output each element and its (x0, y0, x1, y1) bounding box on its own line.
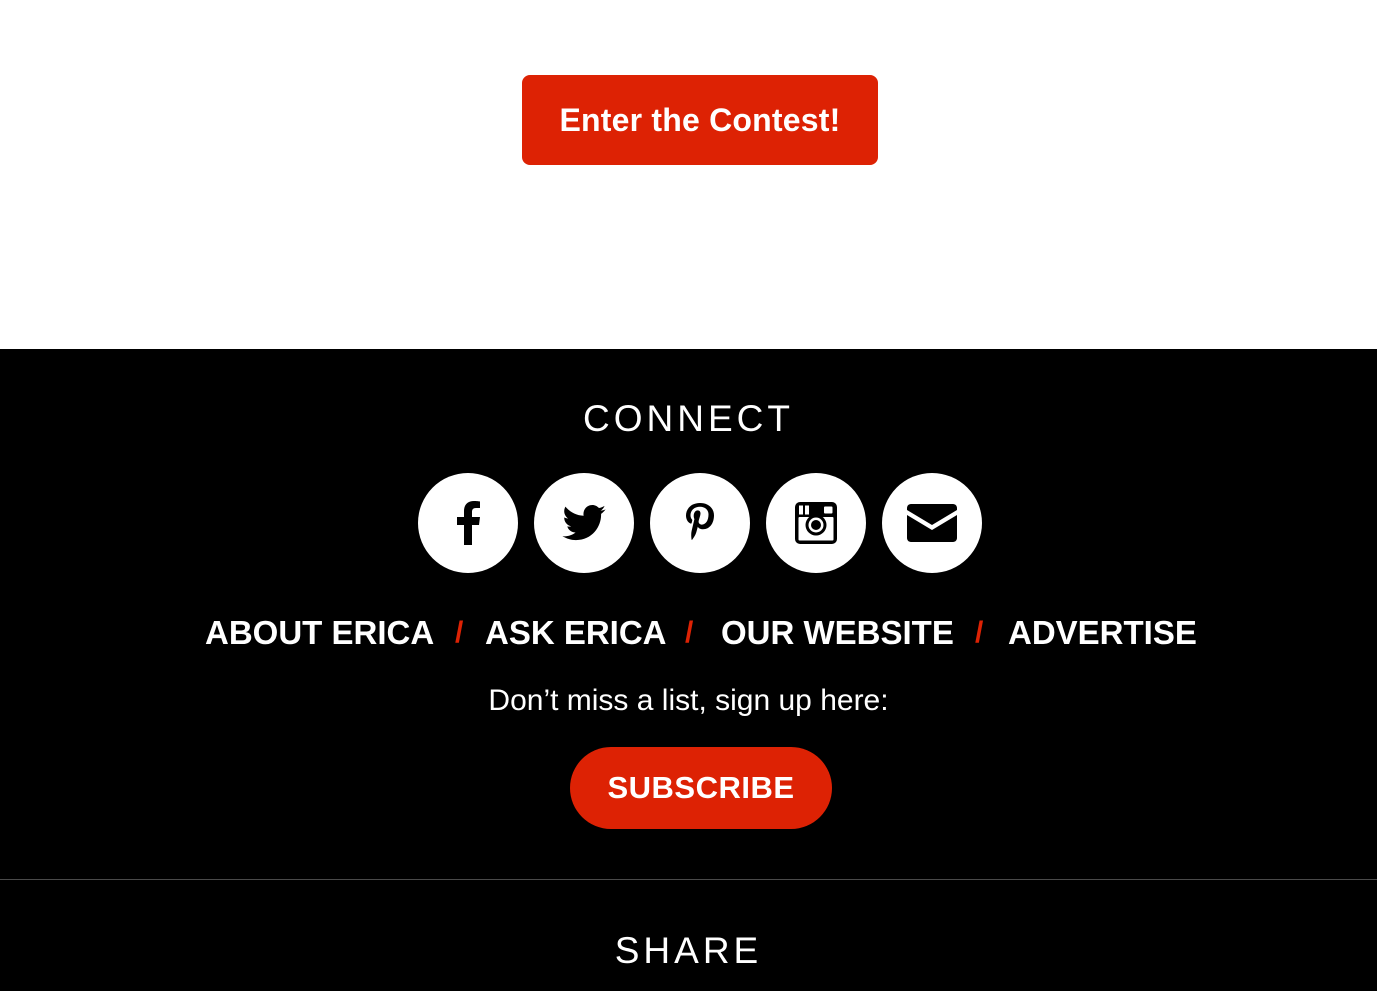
instagram-icon (795, 502, 837, 544)
nav-about-erica[interactable]: ABOUT ERICA (205, 613, 434, 653)
connect-heading: CONNECT (583, 398, 794, 439)
facebook-button[interactable] (418, 473, 518, 573)
nav-separator: / (685, 616, 694, 649)
twitter-icon (562, 505, 606, 541)
nav-advertise[interactable]: ADVERTISE (1008, 613, 1197, 653)
content-area: Enter the Contest! (0, 0, 1377, 349)
footer-divider (0, 879, 1377, 880)
nav-separator: / (455, 616, 464, 649)
footer-nav: ABOUT ERICA / ASK ERICA / OUR WEBSITE / … (0, 613, 1377, 653)
social-links (418, 473, 982, 573)
nav-ask-erica[interactable]: ASK ERICA (485, 613, 667, 653)
footer: CONNECT ABOUT ERICA / ASK ERICA / OUR WE… (0, 349, 1377, 991)
nav-separator: / (975, 616, 984, 649)
instagram-button[interactable] (766, 473, 866, 573)
enter-contest-button[interactable]: Enter the Contest! (522, 75, 878, 165)
share-heading: SHARE (614, 930, 763, 971)
facebook-icon (457, 501, 480, 545)
pinterest-icon (686, 503, 714, 540)
twitter-button[interactable] (534, 473, 634, 573)
signup-prompt: Don’t miss a list, sign up here: (488, 684, 889, 717)
subscribe-button[interactable]: SUBSCRIBE (570, 747, 832, 829)
pinterest-button[interactable] (650, 473, 750, 573)
email-icon (907, 504, 957, 542)
email-button[interactable] (882, 473, 982, 573)
nav-our-website[interactable]: OUR WEBSITE (721, 613, 954, 653)
page: Enter the Contest! CONNECT ABOUT ERICA /… (0, 0, 1377, 991)
